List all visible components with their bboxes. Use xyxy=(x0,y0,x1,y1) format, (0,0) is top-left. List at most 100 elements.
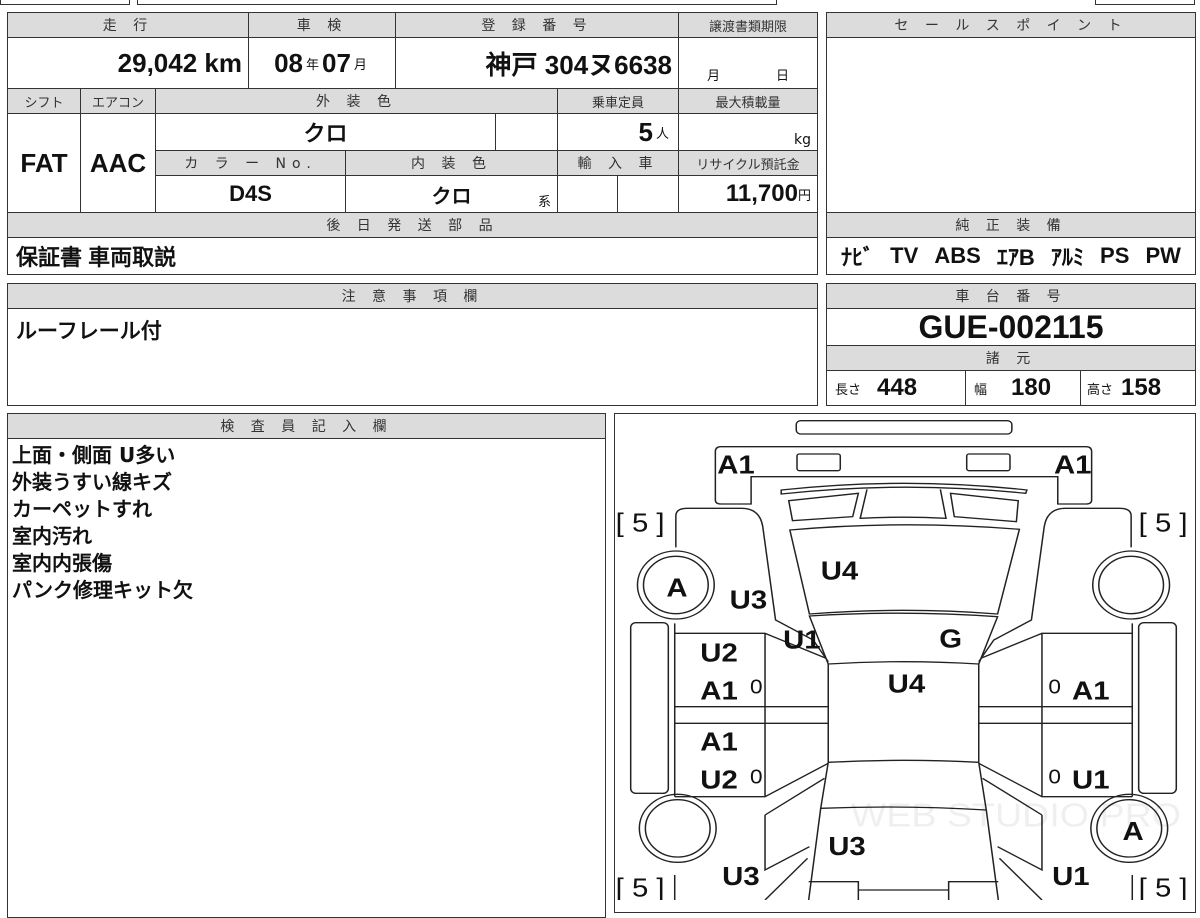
import-value-1 xyxy=(557,175,618,213)
damage-label: A1 xyxy=(717,450,755,479)
height-label: 高さ xyxy=(1087,381,1114,397)
damage-label: U1 xyxy=(1052,862,1090,891)
damage-label: G xyxy=(939,624,962,653)
interior-color-suffix: 系 xyxy=(537,194,551,209)
inspector-line: 室内汚れ xyxy=(12,524,92,548)
equipment-list: ﾅﾋﾞ TV ABS ｴｱB ｱﾙﾐ PS PW xyxy=(826,237,1196,275)
tread-label: [ 5 ] xyxy=(1139,508,1188,537)
year-unit: 年 xyxy=(305,56,319,72)
damage-label: U3 xyxy=(722,862,760,891)
equipment-item: TV xyxy=(890,243,919,268)
roof-rail-shape xyxy=(795,420,1013,435)
color-no-value: D4S xyxy=(155,175,346,213)
damage-label: A1 xyxy=(700,727,738,756)
top-cell xyxy=(0,0,130,5)
damage-label: 0 xyxy=(1048,766,1061,789)
mileage-number: 29,042 xyxy=(117,47,198,78)
transfer-deadline-label: 譲渡書類期限 xyxy=(678,12,818,38)
damage-label: A xyxy=(666,573,687,602)
shift-label: シフト xyxy=(7,88,81,114)
recycle-unit: 円 xyxy=(797,187,811,203)
damage-label: U3 xyxy=(730,585,768,614)
width-value: 180 xyxy=(1011,374,1052,401)
tread-label: [ 5 ] xyxy=(1139,873,1188,900)
inspector-notes: 上面・側面 U多い 外装うすい線キズ カーペットすれ 室内汚れ 室内内張傷 パン… xyxy=(12,442,193,604)
height-value: 158 xyxy=(1121,374,1162,401)
damage-label: U1 xyxy=(1072,765,1110,794)
top-cell xyxy=(1095,0,1195,5)
capacity-unit: 人 xyxy=(655,125,669,141)
recycle-amount: 11,700 xyxy=(725,180,798,207)
inspection-month: 07 xyxy=(322,47,351,78)
mileage-unit: km xyxy=(204,47,242,78)
exterior-color-value: クロ xyxy=(155,113,496,151)
chassis-label: 車 台 番 号 xyxy=(826,283,1196,309)
inspector-line: カーペットすれ xyxy=(12,497,152,521)
damage-label: U1 xyxy=(783,625,821,654)
equipment-item: PW xyxy=(1145,243,1181,268)
chassis-number: GUE-002115 xyxy=(826,308,1196,346)
month-unit: 月 xyxy=(353,56,367,72)
recycle-value: 11,700 円 xyxy=(678,175,818,213)
import-label: 輸 入 車 xyxy=(557,150,679,176)
import-value-2 xyxy=(617,175,679,213)
mileage-value: 29,042 km xyxy=(7,37,249,89)
sale-point-box xyxy=(826,37,1196,213)
length-label: 長さ xyxy=(835,381,862,397)
shift-value: FAT xyxy=(7,113,81,213)
width-cell: 幅 180 xyxy=(965,370,1081,406)
notes-label: 注 意 事 項 欄 xyxy=(7,283,818,309)
capacity-value: 5人 xyxy=(557,113,679,151)
tread-label: [ 5 ] xyxy=(616,873,665,900)
damage-label: A1 xyxy=(1054,450,1092,479)
registration-value: 神戸 304ヌ6638 xyxy=(395,37,679,89)
inspector-line: パンク修理キット欠 xyxy=(12,578,193,602)
top-cell xyxy=(137,0,777,5)
spec-label: 諸 元 xyxy=(826,345,1196,371)
inspector-line: 上面・側面 U多い xyxy=(12,443,176,467)
damage-label: U2 xyxy=(700,638,738,667)
inspector-label: 検 査 員 記 入 欄 xyxy=(7,413,606,439)
damage-label: U4 xyxy=(821,556,859,585)
equipment-item: ｴｱB xyxy=(996,245,1035,270)
damage-label: U2 xyxy=(700,765,738,794)
sale-point-label: セ ー ル ス ポ イ ン ト xyxy=(826,12,1196,38)
interior-color-label: 内 装 色 xyxy=(345,150,558,176)
interior-color-text: クロ xyxy=(431,185,472,208)
equipment-item: PS xyxy=(1100,243,1130,268)
capacity-label: 乗車定員 xyxy=(557,88,679,114)
damage-label: 0 xyxy=(1048,676,1061,699)
car-damage-diagram: WEB STUDIO PRO A1 A1 [ 5 ] [ 5 ] [ 5 ] [… xyxy=(616,420,1188,900)
width-label: 幅 xyxy=(974,381,988,397)
damage-label: A1 xyxy=(700,676,738,705)
later-parts-label: 後 日 発 送 部 品 xyxy=(7,212,818,238)
length-cell: 長さ 448 xyxy=(826,370,966,406)
windshield-shape xyxy=(808,612,999,665)
inspection-value: 08 年 07 月 xyxy=(248,37,396,89)
damage-label: 0 xyxy=(750,676,763,699)
max-load-value: kg xyxy=(678,113,818,151)
equipment-item: ABS xyxy=(934,243,981,268)
aircon-value: AAC xyxy=(80,113,156,213)
equipment-item: ﾅﾋﾞ xyxy=(841,245,875,270)
color-no-label: カ ラ ー No. xyxy=(155,150,346,176)
inspector-line: 外装うすい線キズ xyxy=(12,470,172,494)
front-bumper-shape xyxy=(714,446,1093,505)
equipment-item: ｱﾙﾐ xyxy=(1050,245,1084,270)
inspection-year: 08 xyxy=(274,47,303,78)
inspection-label: 車 検 xyxy=(248,12,396,38)
damage-label: A1 xyxy=(1072,676,1110,705)
damage-label: A xyxy=(1122,817,1143,846)
equipment-label: 純 正 装 備 xyxy=(826,212,1196,238)
transfer-deadline-value: 月日 xyxy=(678,37,818,89)
exterior-color-label: 外 装 色 xyxy=(155,88,558,114)
capacity-number: 5 xyxy=(638,116,653,147)
day-unit: 日 xyxy=(775,69,789,84)
later-parts-value: 保証書 車両取説 xyxy=(7,237,818,275)
height-cell: 高さ 158 xyxy=(1080,370,1196,406)
inspector-line: 室内内張傷 xyxy=(12,551,112,575)
exterior-color-extra xyxy=(495,113,558,151)
month-unit: 月 xyxy=(706,69,720,84)
damage-label: 0 xyxy=(750,766,763,789)
damage-label: U3 xyxy=(828,832,866,861)
